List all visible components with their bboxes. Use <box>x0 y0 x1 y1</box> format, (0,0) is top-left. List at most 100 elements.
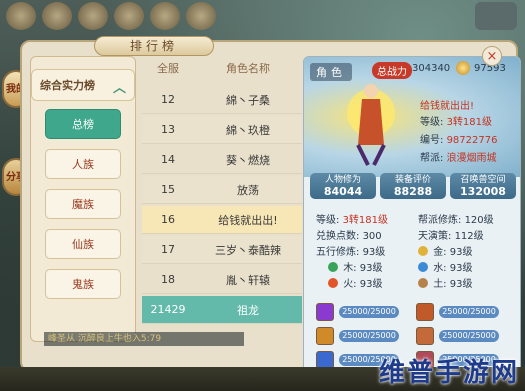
ranking-header: 全服 角色名称 <box>142 58 302 80</box>
panel-title: 排行榜 <box>94 36 214 56</box>
name-cell: 祖龙 <box>237 303 259 317</box>
skill-row: 25000/25000 <box>316 327 399 345</box>
stat-label: 兑换点数: <box>316 231 360 242</box>
watermark: 维普手游网 <box>378 358 519 388</box>
rank-cell: 13 <box>161 123 175 136</box>
character-name: 给钱就出出! <box>420 101 475 112</box>
id-value: 98722776 <box>446 135 498 146</box>
stat-level: 等级: 3转181级 <box>316 211 388 226</box>
skill-bar: 25000/25000 <box>439 330 499 342</box>
category-column: 综合实力榜 ︿ 总榜 人族 魔族 仙族 鬼族 <box>30 56 136 342</box>
id-label: 编号: <box>420 135 444 146</box>
stat-water: 水: 93级 <box>418 259 472 274</box>
top-icon-bar <box>0 0 525 34</box>
stat-gold: 金: 93级 <box>418 243 472 258</box>
tab-role[interactable]: 角色 <box>310 63 352 81</box>
hero-figure <box>347 84 395 166</box>
self-rank-row[interactable]: 21429 祖龙 <box>142 296 302 324</box>
power-value: 304340 <box>412 63 451 74</box>
name-cell: 给钱就出出! <box>218 213 278 227</box>
coin-icon <box>456 61 470 75</box>
skill-icon[interactable] <box>416 327 434 345</box>
earth-element-icon <box>418 278 428 288</box>
stat-value: 300 <box>362 231 382 242</box>
menu-icon-4[interactable] <box>150 2 180 30</box>
name-cell: 放荡 <box>237 183 259 197</box>
skill-icon[interactable] <box>316 327 334 345</box>
stat-label: 火: <box>343 279 357 290</box>
chevron-up-icon: ︿ <box>112 81 126 96</box>
rank-cell: 17 <box>161 243 175 256</box>
skill-icon[interactable] <box>416 303 434 321</box>
table-row[interactable]: 17 三岁丶泰酷辣 <box>142 236 302 264</box>
character-detail: 角色 总战力 304340 97593 给钱就出出! 等级: 3转181级 编号… <box>303 56 521 386</box>
stat-value: 112级 <box>454 231 484 242</box>
category-item-all[interactable]: 总榜 <box>45 109 121 139</box>
table-row[interactable]: 15 放荡 <box>142 176 302 204</box>
avatar-icon[interactable] <box>6 2 36 30</box>
category-dropdown-label: 综合实力榜 <box>40 79 95 92</box>
rank-cell: 12 <box>161 93 175 106</box>
score-value: 132008 <box>460 185 506 198</box>
stat-label: 木: <box>343 263 357 274</box>
guild-label: 帮派: <box>420 153 444 164</box>
category-dropdown[interactable]: 综合实力榜 ︿ <box>31 69 135 101</box>
score-pet-space: 召唤兽空间 132008 <box>450 173 516 199</box>
category-item-human[interactable]: 人族 <box>45 149 121 179</box>
close-button[interactable]: × <box>482 46 502 66</box>
stat-value: 93级 <box>449 263 473 274</box>
table-row[interactable]: 13 綿丶玖橙 <box>142 116 302 144</box>
table-row[interactable]: 18 胤丶轩辕 <box>142 266 302 294</box>
stat-value: 120级 <box>464 215 494 226</box>
stat-value: 93级 <box>359 279 383 290</box>
stat-value: 93级 <box>449 279 473 290</box>
stat-value: 3转181级 <box>342 215 389 226</box>
stat-wood: 木: 93级 <box>328 259 382 274</box>
wood-element-icon <box>328 262 338 272</box>
menu-icon-2[interactable] <box>78 2 108 30</box>
ranking-list: 全服 角色名称 12 綿丶子桑 13 綿丶玖橙 14 葵丶燃烧 15 放荡 16… <box>142 58 302 344</box>
stat-label: 金: <box>433 247 447 258</box>
score-cultivation: 人物修为 84044 <box>310 173 376 199</box>
category-item-ghost[interactable]: 鬼族 <box>45 269 121 299</box>
chat-line[interactable]: 峰圣从 沉醉良上牛也入5:79 <box>44 332 244 346</box>
rank-cell: 18 <box>161 273 175 286</box>
rank-cell: 15 <box>161 183 175 196</box>
stat-value: 93级 <box>449 247 473 258</box>
fire-element-icon <box>328 278 338 288</box>
guild-value: 浪漫烟雨城 <box>446 153 497 164</box>
category-item-immortal[interactable]: 仙族 <box>45 229 121 259</box>
rank-col-header: 全服 <box>157 62 179 75</box>
name-cell: 胤丶轩辕 <box>226 273 270 287</box>
gold-element-icon <box>418 246 428 256</box>
menu-icon-3[interactable] <box>114 2 144 30</box>
skill-row: 25000/25000 <box>416 303 499 321</box>
stat-label: 水: <box>433 263 447 274</box>
stat-five-elements: 五行修炼: 93级 <box>316 243 385 258</box>
name-cell: 綿丶玖橙 <box>226 123 270 137</box>
water-element-icon <box>418 262 428 272</box>
rank-cell: 14 <box>161 153 175 166</box>
info-level: 等级: 3转181级 <box>420 113 492 128</box>
score-value: 88288 <box>393 185 433 198</box>
level-value: 3转181级 <box>446 117 493 128</box>
table-row-selected[interactable]: 16 给钱就出出! <box>142 206 302 234</box>
name-cell: 葵丶燃烧 <box>226 153 270 167</box>
stat-tianyan: 天演策: 112级 <box>418 227 484 242</box>
skill-row: 25000/25000 <box>416 327 499 345</box>
table-row[interactable]: 14 葵丶燃烧 <box>142 146 302 174</box>
map-icon[interactable] <box>475 2 517 30</box>
menu-icon-5[interactable] <box>186 2 216 30</box>
skill-icon[interactable] <box>316 303 334 321</box>
info-id: 编号: 98722776 <box>420 131 497 146</box>
name-col-header: 角色名称 <box>226 62 270 75</box>
category-item-demon[interactable]: 魔族 <box>45 189 121 219</box>
level-label: 等级: <box>420 117 444 128</box>
skill-bar: 25000/25000 <box>439 306 499 318</box>
menu-icon-1[interactable] <box>42 2 72 30</box>
stat-label: 等级: <box>316 215 340 226</box>
table-row[interactable]: 12 綿丶子桑 <box>142 86 302 114</box>
rank-cell: 21429 <box>150 303 186 316</box>
stat-guild-cult: 帮派修炼: 120级 <box>418 211 494 226</box>
name-cell: 三岁丶泰酷辣 <box>215 243 281 257</box>
